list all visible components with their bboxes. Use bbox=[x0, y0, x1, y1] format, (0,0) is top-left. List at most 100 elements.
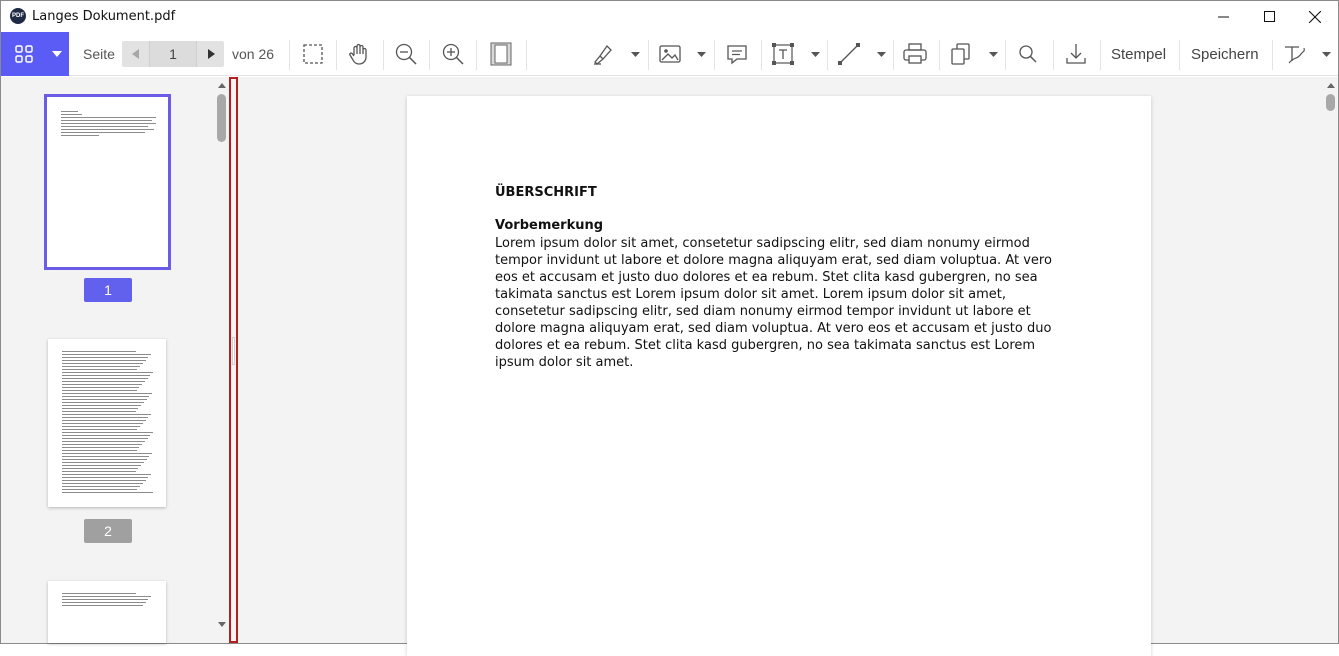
line-options-button[interactable] bbox=[876, 49, 886, 59]
sidebar-scrollbar[interactable] bbox=[214, 77, 230, 643]
text-box-options-button[interactable] bbox=[810, 49, 820, 59]
minimize-button[interactable] bbox=[1200, 1, 1246, 32]
thumbnail-text-preview bbox=[62, 351, 154, 495]
line-icon bbox=[838, 43, 860, 65]
export-options-button[interactable] bbox=[988, 49, 998, 59]
scrollbar-thumb[interactable] bbox=[217, 94, 226, 142]
chevron-down-icon bbox=[52, 51, 62, 57]
comment-tool-button[interactable] bbox=[722, 40, 752, 68]
chevron-down-icon bbox=[696, 51, 706, 57]
zoom-out-button[interactable] bbox=[391, 40, 421, 68]
page-thumbnail[interactable] bbox=[44, 94, 171, 270]
highlight-options-button[interactable] bbox=[630, 49, 640, 59]
signature-icon bbox=[1285, 46, 1305, 64]
highlight-tool-button[interactable] bbox=[588, 40, 618, 68]
printer-icon bbox=[903, 43, 927, 64]
document-page: ÜBERSCHRIFT Vorbemerkung Lorem ipsum dol… bbox=[407, 96, 1151, 656]
toolbar-divider bbox=[648, 40, 649, 70]
toolbar-divider bbox=[1100, 40, 1101, 70]
next-page-button[interactable] bbox=[198, 41, 224, 67]
document-heading: ÜBERSCHRIFT bbox=[495, 185, 597, 200]
print-button[interactable] bbox=[900, 40, 930, 68]
hand-tool-button[interactable] bbox=[344, 40, 374, 68]
single-page-icon bbox=[490, 42, 512, 66]
toolbar-divider bbox=[939, 40, 940, 70]
close-icon bbox=[1309, 10, 1321, 23]
toolbar-divider bbox=[1005, 40, 1006, 70]
copy-export-icon bbox=[951, 43, 970, 65]
zoom-out-icon bbox=[395, 43, 417, 65]
page-count-label: von 26 bbox=[232, 46, 275, 62]
search-icon bbox=[1019, 45, 1037, 63]
triangle-left-icon bbox=[131, 49, 139, 59]
document-subheading: Vorbemerkung bbox=[495, 218, 604, 233]
toolbar-divider bbox=[383, 40, 384, 70]
previous-page-button[interactable] bbox=[122, 41, 148, 67]
page-label: Seite bbox=[83, 46, 115, 62]
export-button[interactable] bbox=[946, 40, 976, 68]
save-button[interactable]: Speichern bbox=[1191, 46, 1259, 63]
close-button[interactable] bbox=[1292, 1, 1338, 32]
zoom-in-button[interactable] bbox=[438, 40, 468, 68]
toolbar-divider bbox=[893, 40, 894, 70]
thumbnail-sidebar: 1 2 bbox=[1, 77, 230, 643]
resize-grip[interactable] bbox=[232, 337, 235, 365]
toolbar-divider bbox=[1272, 40, 1273, 70]
toolbar-divider bbox=[1179, 40, 1180, 70]
page-thumbnail[interactable] bbox=[48, 581, 166, 643]
image-tool-button[interactable] bbox=[655, 40, 685, 68]
window-title: Langes Dokument.pdf bbox=[32, 9, 176, 24]
thumbnail-text-preview bbox=[61, 111, 156, 138]
app-window: PDF Langes Dokument.pdf Seite 1 von 26 S… bbox=[0, 0, 1339, 656]
image-options-button[interactable] bbox=[696, 49, 706, 59]
chevron-down-icon bbox=[876, 51, 886, 57]
page-number-input[interactable]: 1 bbox=[149, 41, 197, 67]
scrollbar-thumb[interactable] bbox=[1326, 94, 1335, 111]
minimize-icon bbox=[1217, 16, 1229, 18]
chevron-down-icon bbox=[988, 51, 998, 57]
document-paragraph: Lorem ipsum dolor sit amet, consetetur s… bbox=[495, 236, 1052, 370]
pen-icon bbox=[594, 44, 612, 65]
line-tool-button[interactable] bbox=[834, 40, 864, 68]
toolbar-divider bbox=[336, 40, 337, 70]
page-thumbnail[interactable] bbox=[48, 339, 166, 507]
chevron-down-icon bbox=[810, 51, 820, 57]
sign-options-button[interactable] bbox=[1321, 49, 1331, 59]
note-icon bbox=[727, 45, 747, 65]
page-view-button[interactable] bbox=[486, 40, 516, 68]
toolbar-divider bbox=[526, 40, 527, 70]
scroll-up-icon bbox=[1327, 83, 1335, 88]
toolbar-divider bbox=[714, 40, 715, 70]
download-button[interactable] bbox=[1061, 40, 1091, 68]
document-viewer: ÜBERSCHRIFT Vorbemerkung Lorem ipsum dol… bbox=[238, 77, 1338, 656]
toolbar-divider bbox=[827, 40, 828, 70]
sign-button[interactable] bbox=[1279, 40, 1309, 68]
toolbar-divider bbox=[1053, 40, 1054, 70]
chevron-down-icon bbox=[630, 51, 640, 57]
viewer-scrollbar[interactable] bbox=[1323, 77, 1338, 643]
toolbar-divider bbox=[761, 40, 762, 70]
title-bar: PDF Langes Dokument.pdf bbox=[1, 1, 1338, 32]
text-box-tool-button[interactable] bbox=[768, 40, 798, 68]
toolbar-divider bbox=[289, 40, 290, 70]
chevron-down-icon bbox=[1321, 51, 1331, 57]
search-button[interactable] bbox=[1013, 40, 1043, 68]
maximize-icon bbox=[1263, 11, 1275, 22]
zoom-in-icon bbox=[442, 43, 464, 65]
select-area-button[interactable] bbox=[298, 40, 328, 68]
page-number-badge[interactable]: 2 bbox=[84, 519, 132, 543]
page-navigator: 1 bbox=[122, 41, 224, 67]
marquee-select-icon bbox=[303, 44, 323, 64]
toolbar-divider bbox=[429, 40, 430, 70]
page-number-badge[interactable]: 1 bbox=[84, 278, 132, 302]
grid-icon bbox=[15, 45, 33, 63]
stamp-button[interactable]: Stempel bbox=[1111, 46, 1166, 63]
scroll-down-icon bbox=[218, 622, 226, 627]
image-icon bbox=[659, 45, 681, 63]
triangle-right-icon bbox=[207, 49, 215, 59]
apps-menu-button[interactable] bbox=[1, 32, 69, 76]
sidebar-resize-handle[interactable] bbox=[229, 77, 238, 643]
scroll-up-icon bbox=[218, 83, 226, 88]
hand-icon bbox=[349, 43, 367, 65]
maximize-button[interactable] bbox=[1246, 1, 1292, 32]
